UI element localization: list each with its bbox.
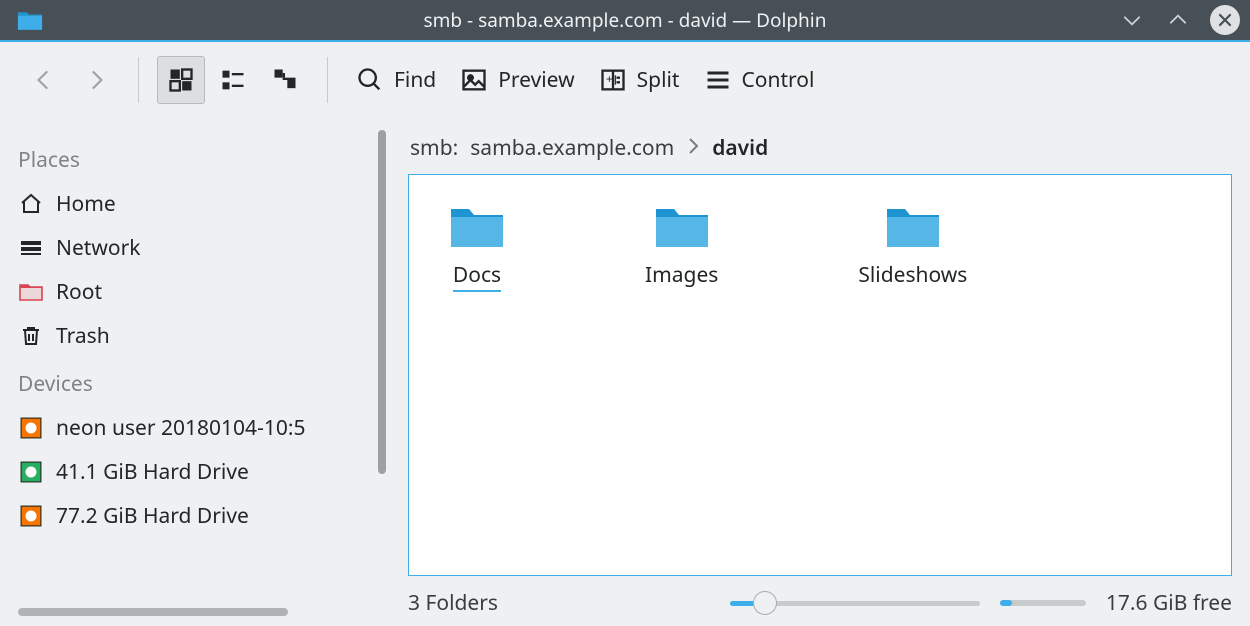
folder-icon (885, 203, 941, 251)
disk-icon (18, 415, 44, 441)
folder-item[interactable]: Docs (449, 203, 505, 292)
toolbar-separator (138, 57, 139, 103)
sidebar-item-label: Home (56, 190, 116, 218)
sidebar-item-device[interactable]: neon user 20180104-10:5 (0, 406, 380, 450)
folder-name: Images (645, 261, 718, 289)
places-header: Places (0, 134, 380, 182)
status-summary: 3 Folders (408, 589, 498, 617)
app-folder-icon (16, 9, 44, 31)
split-button[interactable]: + Split (589, 56, 690, 104)
control-button[interactable]: Control (694, 56, 825, 104)
back-button[interactable] (20, 56, 68, 104)
close-button[interactable] (1210, 5, 1240, 35)
sidebar-item-root[interactable]: Root (0, 270, 380, 314)
image-icon (460, 66, 488, 94)
compact-view-button[interactable] (209, 56, 257, 104)
sidebar-item-label: Root (56, 278, 102, 306)
split-label: Split (637, 66, 680, 94)
main-panel: smb: samba.example.com david Docs Images (380, 120, 1250, 626)
sidebar-item-label: 41.1 GiB Hard Drive (56, 458, 249, 486)
sidebar-item-label: 77.2 GiB Hard Drive (56, 502, 249, 530)
hamburger-icon (704, 66, 732, 94)
file-view[interactable]: Docs Images Slideshows (408, 174, 1232, 576)
breadcrumb-host[interactable]: samba.example.com (470, 134, 674, 162)
find-label: Find (394, 66, 436, 94)
control-label: Control (742, 66, 815, 94)
breadcrumb[interactable]: smb: samba.example.com david (408, 120, 1232, 174)
sidebar-horizontal-scrollbar[interactable] (18, 608, 288, 616)
sidebar-item-label: Trash (56, 322, 110, 350)
folder-item[interactable]: Images (645, 203, 718, 289)
root-folder-icon (18, 279, 44, 305)
folder-icon (449, 203, 505, 251)
home-icon (18, 191, 44, 217)
search-icon (356, 66, 384, 94)
find-button[interactable]: Find (346, 56, 446, 104)
window-controls (1118, 5, 1240, 35)
sidebar-item-label: Network (56, 234, 140, 262)
devices-header: Devices (0, 358, 380, 406)
network-icon (18, 235, 44, 261)
statusbar: 3 Folders 17.6 GiB free (408, 588, 1232, 626)
sidebar-item-trash[interactable]: Trash (0, 314, 380, 358)
places-panel: Places Home Network Root Trash Devices (0, 120, 380, 626)
forward-button[interactable] (72, 56, 120, 104)
toolbar: Find Preview + Split Control (0, 42, 1250, 118)
preview-label: Preview (498, 66, 574, 94)
minimize-button[interactable] (1118, 6, 1146, 34)
split-icon: + (599, 66, 627, 94)
sidebar-item-label: neon user 20180104-10:5 (56, 414, 306, 442)
chevron-right-icon (686, 134, 700, 162)
folder-item[interactable]: Slideshows (858, 203, 967, 289)
sidebar-item-network[interactable]: Network (0, 226, 380, 270)
disk-icon (18, 459, 44, 485)
breadcrumb-leaf[interactable]: david (712, 134, 768, 162)
folder-name: Docs (453, 261, 501, 292)
titlebar: smb - samba.example.com - david — Dolphi… (0, 0, 1250, 42)
zoom-slider[interactable] (730, 593, 980, 613)
folder-name: Slideshows (858, 261, 967, 289)
sidebar-item-device[interactable]: 77.2 GiB Hard Drive (0, 494, 380, 538)
details-view-button[interactable] (261, 56, 309, 104)
maximize-button[interactable] (1164, 6, 1192, 34)
breadcrumb-scheme[interactable]: smb: (410, 134, 458, 162)
window-title: smb - samba.example.com - david — Dolphi… (0, 7, 1250, 33)
toolbar-separator (327, 57, 328, 103)
svg-text:+: + (606, 73, 613, 88)
sidebar-item-device[interactable]: 41.1 GiB Hard Drive (0, 450, 380, 494)
disk-usage-meter (1000, 600, 1086, 606)
preview-button[interactable]: Preview (450, 56, 584, 104)
disk-icon (18, 503, 44, 529)
icons-view-button[interactable] (157, 56, 205, 104)
folder-icon (654, 203, 710, 251)
free-space-label: 17.6 GiB free (1106, 589, 1232, 617)
trash-icon (18, 323, 44, 349)
sidebar-item-home[interactable]: Home (0, 182, 380, 226)
